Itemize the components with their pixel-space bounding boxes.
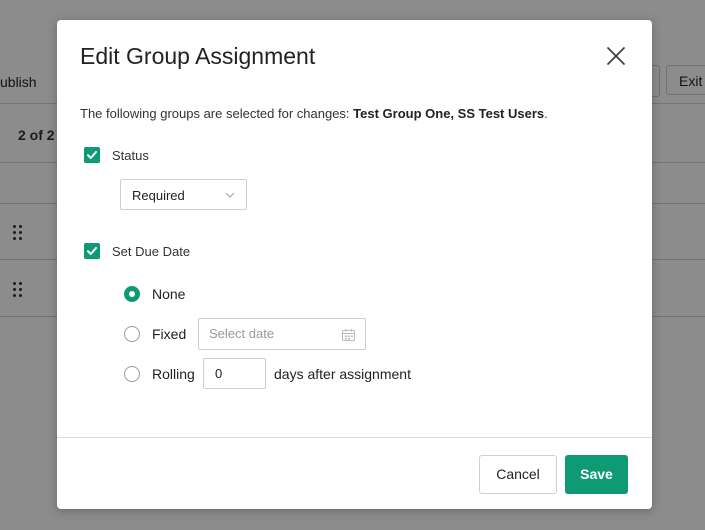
- selected-groups: Test Group One, SS Test Users: [353, 106, 545, 121]
- due-date-label: Set Due Date: [112, 244, 191, 259]
- fixed-date-input[interactable]: [209, 326, 334, 341]
- edit-group-assignment-dialog: Edit Group Assignment The following grou…: [57, 20, 652, 509]
- status-checkbox[interactable]: [84, 147, 100, 163]
- rolling-days-field[interactable]: [203, 358, 266, 389]
- close-icon[interactable]: [605, 45, 627, 67]
- due-rolling-label: Rolling: [152, 366, 195, 382]
- fixed-date-field[interactable]: [198, 318, 366, 350]
- status-select-value: Required: [132, 188, 185, 203]
- dialog-title: Edit Group Assignment: [80, 43, 316, 69]
- calendar-icon: [342, 329, 355, 341]
- chevron-down-icon: [225, 192, 235, 198]
- due-fixed-radio[interactable]: [124, 326, 140, 342]
- due-fixed-label: Fixed: [152, 326, 187, 342]
- footer-divider: [57, 437, 652, 438]
- due-none-radio[interactable]: [124, 286, 140, 302]
- status-select[interactable]: Required: [120, 179, 247, 210]
- due-rolling-radio[interactable]: [124, 366, 140, 382]
- due-date-checkbox[interactable]: [84, 243, 100, 259]
- due-none-label: None: [152, 286, 186, 302]
- dialog-description: The following groups are selected for ch…: [80, 106, 548, 121]
- status-label: Status: [112, 148, 149, 163]
- description-suffix: .: [544, 106, 548, 121]
- save-button[interactable]: Save: [565, 455, 628, 494]
- cancel-button[interactable]: Cancel: [479, 455, 557, 494]
- rolling-days-input[interactable]: [215, 366, 260, 381]
- rolling-days-suffix: days after assignment: [274, 366, 411, 382]
- description-prefix: The following groups are selected for ch…: [80, 106, 354, 121]
